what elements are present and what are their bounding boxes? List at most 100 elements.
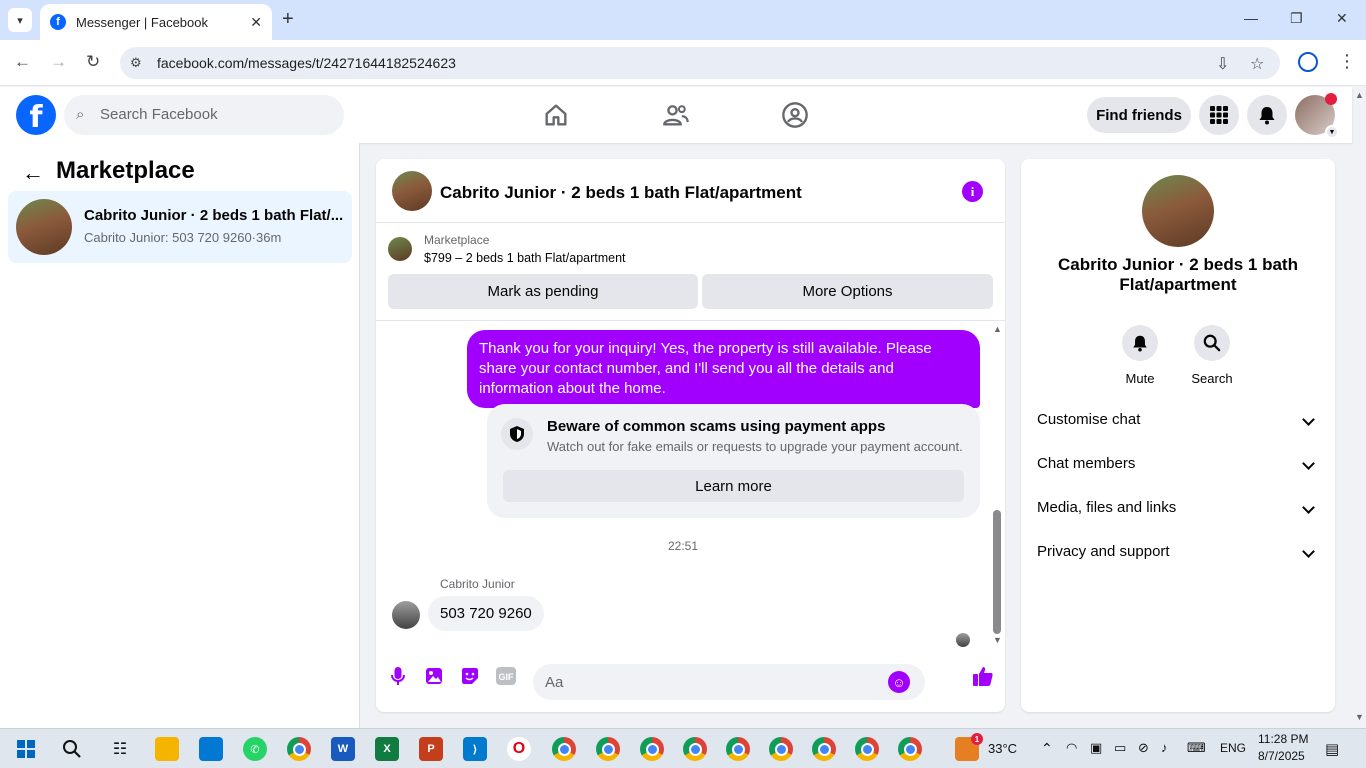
chrome-profile-icon[interactable] (640, 737, 664, 761)
chrome-profile-icon[interactable] (812, 737, 836, 761)
bell-icon[interactable] (1247, 95, 1287, 135)
keyboard-icon[interactable]: ⌨ (1187, 740, 1206, 756)
network-icon[interactable]: ⊘ (1138, 740, 1149, 756)
powerpoint-icon[interactable]: P (419, 737, 443, 761)
emoji-icon[interactable]: ☺ (888, 671, 910, 693)
install-app-icon[interactable]: ⇩ (1216, 54, 1229, 74)
bookmark-star-icon[interactable]: ☆ (1250, 54, 1264, 74)
chrome-profile-icon[interactable] (855, 737, 879, 761)
language-indicator[interactable]: ENG (1220, 741, 1246, 755)
back-arrow-icon[interactable]: ← (22, 160, 44, 186)
chat-scrollbar[interactable]: ▲ ▼ (990, 322, 1005, 652)
thumbs-up-icon[interactable] (972, 665, 994, 687)
chevron-up-icon[interactable]: ⌃ (1041, 740, 1053, 757)
more-options-button[interactable]: More Options (702, 274, 993, 309)
sender-avatar[interactable] (392, 601, 420, 629)
volume-icon[interactable]: ♪ (1161, 740, 1168, 755)
learn-more-button[interactable]: Learn more (503, 470, 964, 502)
search-icon[interactable] (60, 737, 84, 761)
media-files-links-section[interactable]: Media, files and links (1037, 499, 1319, 523)
restore-button[interactable]: ❐ (1290, 10, 1303, 27)
mark-as-pending-button[interactable]: Mark as pending (388, 274, 698, 309)
facebook-search[interactable]: ⌕ Search Facebook (64, 95, 344, 135)
weather-temp[interactable]: 33°C (988, 741, 1017, 756)
microphone-icon[interactable] (387, 665, 409, 687)
customise-chat-section[interactable]: Customise chat (1037, 411, 1319, 435)
file-explorer-icon[interactable] (155, 737, 179, 761)
page-scroll-down-icon[interactable]: ▼ (1355, 712, 1364, 722)
site-info-icon[interactable]: ⚙ (130, 55, 142, 71)
sticker-icon[interactable] (459, 665, 481, 687)
search-conversation-button[interactable]: Search (1182, 325, 1242, 386)
back-icon[interactable]: ← (14, 52, 31, 72)
section-label: Chat members (1037, 455, 1136, 472)
browser-profile-icon[interactable] (1298, 52, 1318, 72)
clock-date[interactable]: 8/7/2025 (1258, 749, 1305, 763)
weather-icon[interactable]: 1 (955, 733, 983, 761)
browser-menu-icon[interactable]: ⋮ (1338, 51, 1356, 72)
task-view-icon[interactable]: ☷ (108, 737, 132, 761)
chrome-profile-icon[interactable] (683, 737, 707, 761)
excel-icon[interactable]: X (375, 737, 399, 761)
find-friends-button[interactable]: Find friends (1087, 97, 1191, 133)
chrome-profile-icon[interactable] (552, 737, 576, 761)
privacy-support-section[interactable]: Privacy and support (1037, 543, 1319, 567)
chrome-profile-icon[interactable] (726, 737, 750, 761)
browser-tab[interactable]: f Messenger | Facebook ✕ (40, 4, 272, 40)
notifications-icon[interactable]: ▤ (1325, 740, 1339, 758)
friends-icon[interactable] (662, 101, 690, 129)
windows-start-icon[interactable] (14, 737, 38, 761)
microsoft-store-icon[interactable] (199, 737, 223, 761)
listing-title[interactable]: $799 – 2 beds 1 bath Flat/apartment (424, 251, 626, 265)
scroll-thumb[interactable] (993, 510, 1001, 634)
shield-icon (501, 418, 533, 450)
gif-icon[interactable]: GIF (495, 665, 517, 687)
message-placeholder: Aa (545, 674, 564, 691)
section-label: Privacy and support (1037, 543, 1170, 560)
scroll-down-icon[interactable]: ▼ (993, 635, 1002, 645)
chat-members-section[interactable]: Chat members (1037, 455, 1319, 479)
info-icon[interactable]: i (962, 181, 983, 202)
chrome-profile-icon[interactable] (769, 737, 793, 761)
account-avatar[interactable]: ▼ (1295, 93, 1339, 139)
page-scroll-up-icon[interactable]: ▲ (1355, 90, 1364, 100)
mute-button[interactable]: Mute (1110, 325, 1170, 386)
details-avatar[interactable] (1142, 175, 1214, 247)
url-text[interactable]: facebook.com/messages/t/2427164418252462… (157, 55, 456, 71)
message-timestamp: 22:51 (667, 539, 699, 553)
tab-search-button[interactable]: ▾ (8, 8, 32, 32)
battery-icon[interactable]: ▭ (1114, 740, 1126, 756)
chat-avatar[interactable] (392, 171, 432, 211)
forward-icon[interactable]: → (50, 52, 67, 72)
chrome-icon[interactable] (287, 737, 311, 761)
new-tab-button[interactable]: + (282, 9, 294, 29)
opera-icon[interactable]: O (507, 737, 531, 761)
omnibox[interactable]: ⚙ facebook.com/messages/t/24271644182524… (120, 47, 1280, 79)
scroll-up-icon[interactable]: ▲ (993, 324, 1002, 334)
clock-time[interactable]: 11:28 PM (1258, 732, 1308, 746)
close-window-button[interactable]: ✕ (1336, 10, 1348, 27)
menu-grid-icon[interactable] (1199, 95, 1239, 135)
reload-icon[interactable]: ↻ (86, 52, 100, 72)
groups-icon[interactable] (781, 101, 809, 129)
vscode-icon[interactable]: ⟩ (463, 737, 487, 761)
meet-icon[interactable]: ▣ (1090, 740, 1102, 756)
chevron-down-icon (1302, 545, 1315, 558)
word-icon[interactable]: W (331, 737, 355, 761)
home-icon[interactable] (542, 101, 570, 129)
message-input[interactable]: Aa ☺ (533, 664, 925, 700)
minimize-button[interactable]: — (1244, 10, 1258, 26)
facebook-logo[interactable]: f (16, 95, 56, 135)
chat-title[interactable]: Cabrito Junior · 2 beds 1 bath Flat/apar… (440, 183, 802, 203)
conversation-item[interactable]: Cabrito Junior · 2 beds 1 bath Flat/... … (8, 191, 352, 263)
wifi-icon[interactable]: ◠ (1066, 740, 1077, 756)
photo-icon[interactable] (423, 665, 445, 687)
chrome-profile-icon[interactable] (596, 737, 620, 761)
scam-warning-card: Beware of common scams using payment app… (487, 404, 980, 518)
chevron-down-icon (1302, 457, 1315, 470)
listing-thumbnail[interactable] (388, 237, 412, 261)
chrome-profile-icon[interactable] (898, 737, 922, 761)
close-tab-icon[interactable]: ✕ (250, 14, 262, 31)
seen-avatar-icon (956, 633, 970, 647)
whatsapp-icon[interactable]: ✆ (243, 737, 267, 761)
